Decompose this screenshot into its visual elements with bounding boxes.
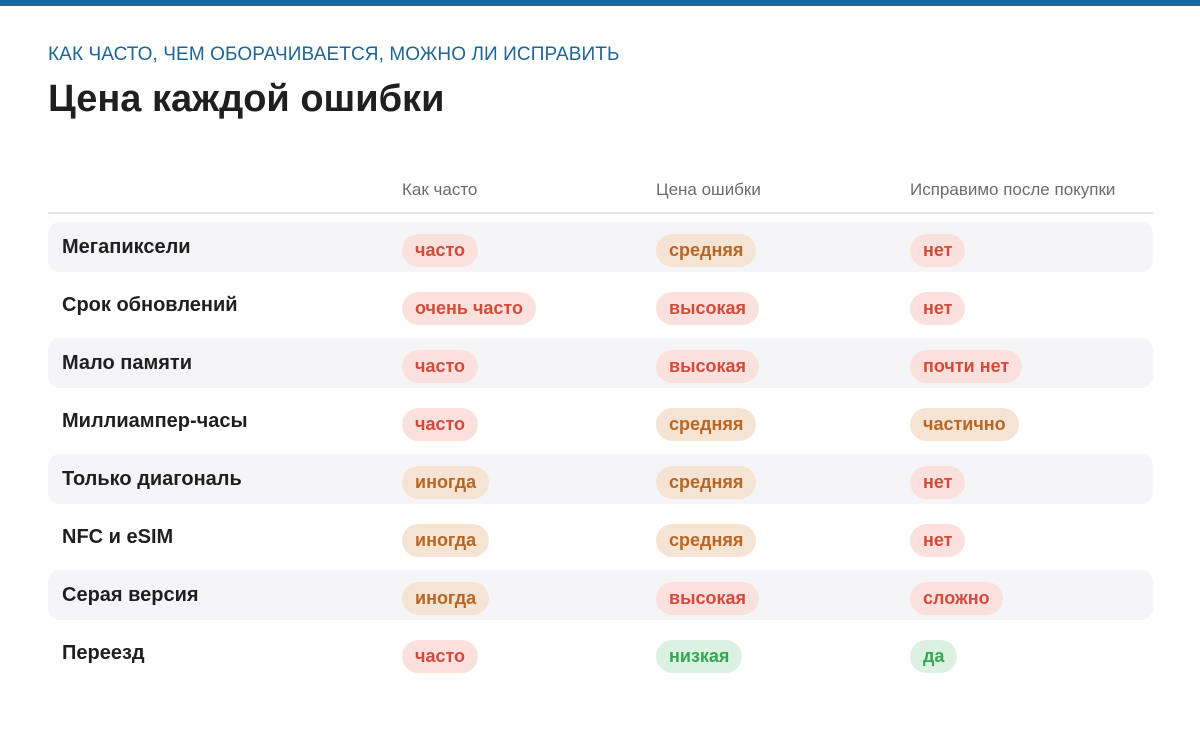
cost-badge: средняя: [656, 466, 757, 499]
page-title: Цена каждой ошибки: [48, 78, 445, 120]
comparison-table: Как часто Цена ошибки Исправимо после по…: [48, 170, 1153, 678]
frequency-badge: часто: [402, 408, 479, 441]
cost-badge: высокая: [656, 350, 759, 383]
table-row: Серая версия иногда высокая сложно: [48, 570, 1153, 620]
frequency-badge: часто: [402, 640, 479, 673]
cost-badge: высокая: [656, 292, 759, 325]
table-header: Как часто Цена ошибки Исправимо после по…: [48, 170, 1153, 214]
column-header-fixable: Исправимо после покупки: [910, 180, 1116, 199]
column-header-frequency: Как часто: [402, 180, 478, 199]
row-label: Миллиампер-часы: [62, 410, 248, 432]
top-accent-bar: [0, 0, 1200, 6]
cost-badge: средняя: [656, 408, 757, 441]
table-row: Только диагональ иногда средняя нет: [48, 454, 1153, 504]
kicker: КАК ЧАСТО, ЧЕМ ОБОРАЧИВАЕТСЯ, МОЖНО ЛИ И…: [48, 44, 620, 65]
table-row: Миллиампер-часы часто средняя частично: [48, 396, 1153, 446]
table-row: Мало памяти часто высокая почти нет: [48, 338, 1153, 388]
cost-badge: средняя: [656, 524, 757, 557]
frequency-badge: часто: [402, 234, 479, 267]
row-label: Срок обновлений: [62, 294, 238, 316]
frequency-badge: иногда: [402, 582, 490, 615]
frequency-badge: иногда: [402, 524, 490, 557]
fixable-badge: нет: [910, 524, 966, 557]
cost-badge: высокая: [656, 582, 759, 615]
row-label: Мегапиксели: [62, 236, 191, 258]
fixable-badge: да: [910, 640, 958, 673]
cost-badge: средняя: [656, 234, 757, 267]
fixable-badge: почти нет: [910, 350, 1023, 383]
cost-badge: низкая: [656, 640, 743, 673]
row-label: Только диагональ: [62, 468, 242, 490]
fixable-badge: сложно: [910, 582, 1003, 615]
frequency-badge: часто: [402, 350, 479, 383]
table-row: Мегапиксели часто средняя нет: [48, 222, 1153, 272]
row-label: Мало памяти: [62, 352, 192, 374]
fixable-badge: нет: [910, 234, 966, 267]
fixable-badge: частично: [910, 408, 1019, 441]
frequency-badge: очень часто: [402, 292, 536, 325]
fixable-badge: нет: [910, 292, 966, 325]
row-label: Серая версия: [62, 584, 199, 606]
fixable-badge: нет: [910, 466, 966, 499]
row-label: Переезд: [62, 642, 145, 664]
table-row: NFC и eSIM иногда средняя нет: [48, 512, 1153, 562]
row-label: NFC и eSIM: [62, 526, 174, 548]
frequency-badge: иногда: [402, 466, 490, 499]
column-header-cost: Цена ошибки: [656, 180, 761, 199]
table-row: Срок обновлений очень часто высокая нет: [48, 280, 1153, 330]
table-row: Переезд часто низкая да: [48, 628, 1153, 678]
